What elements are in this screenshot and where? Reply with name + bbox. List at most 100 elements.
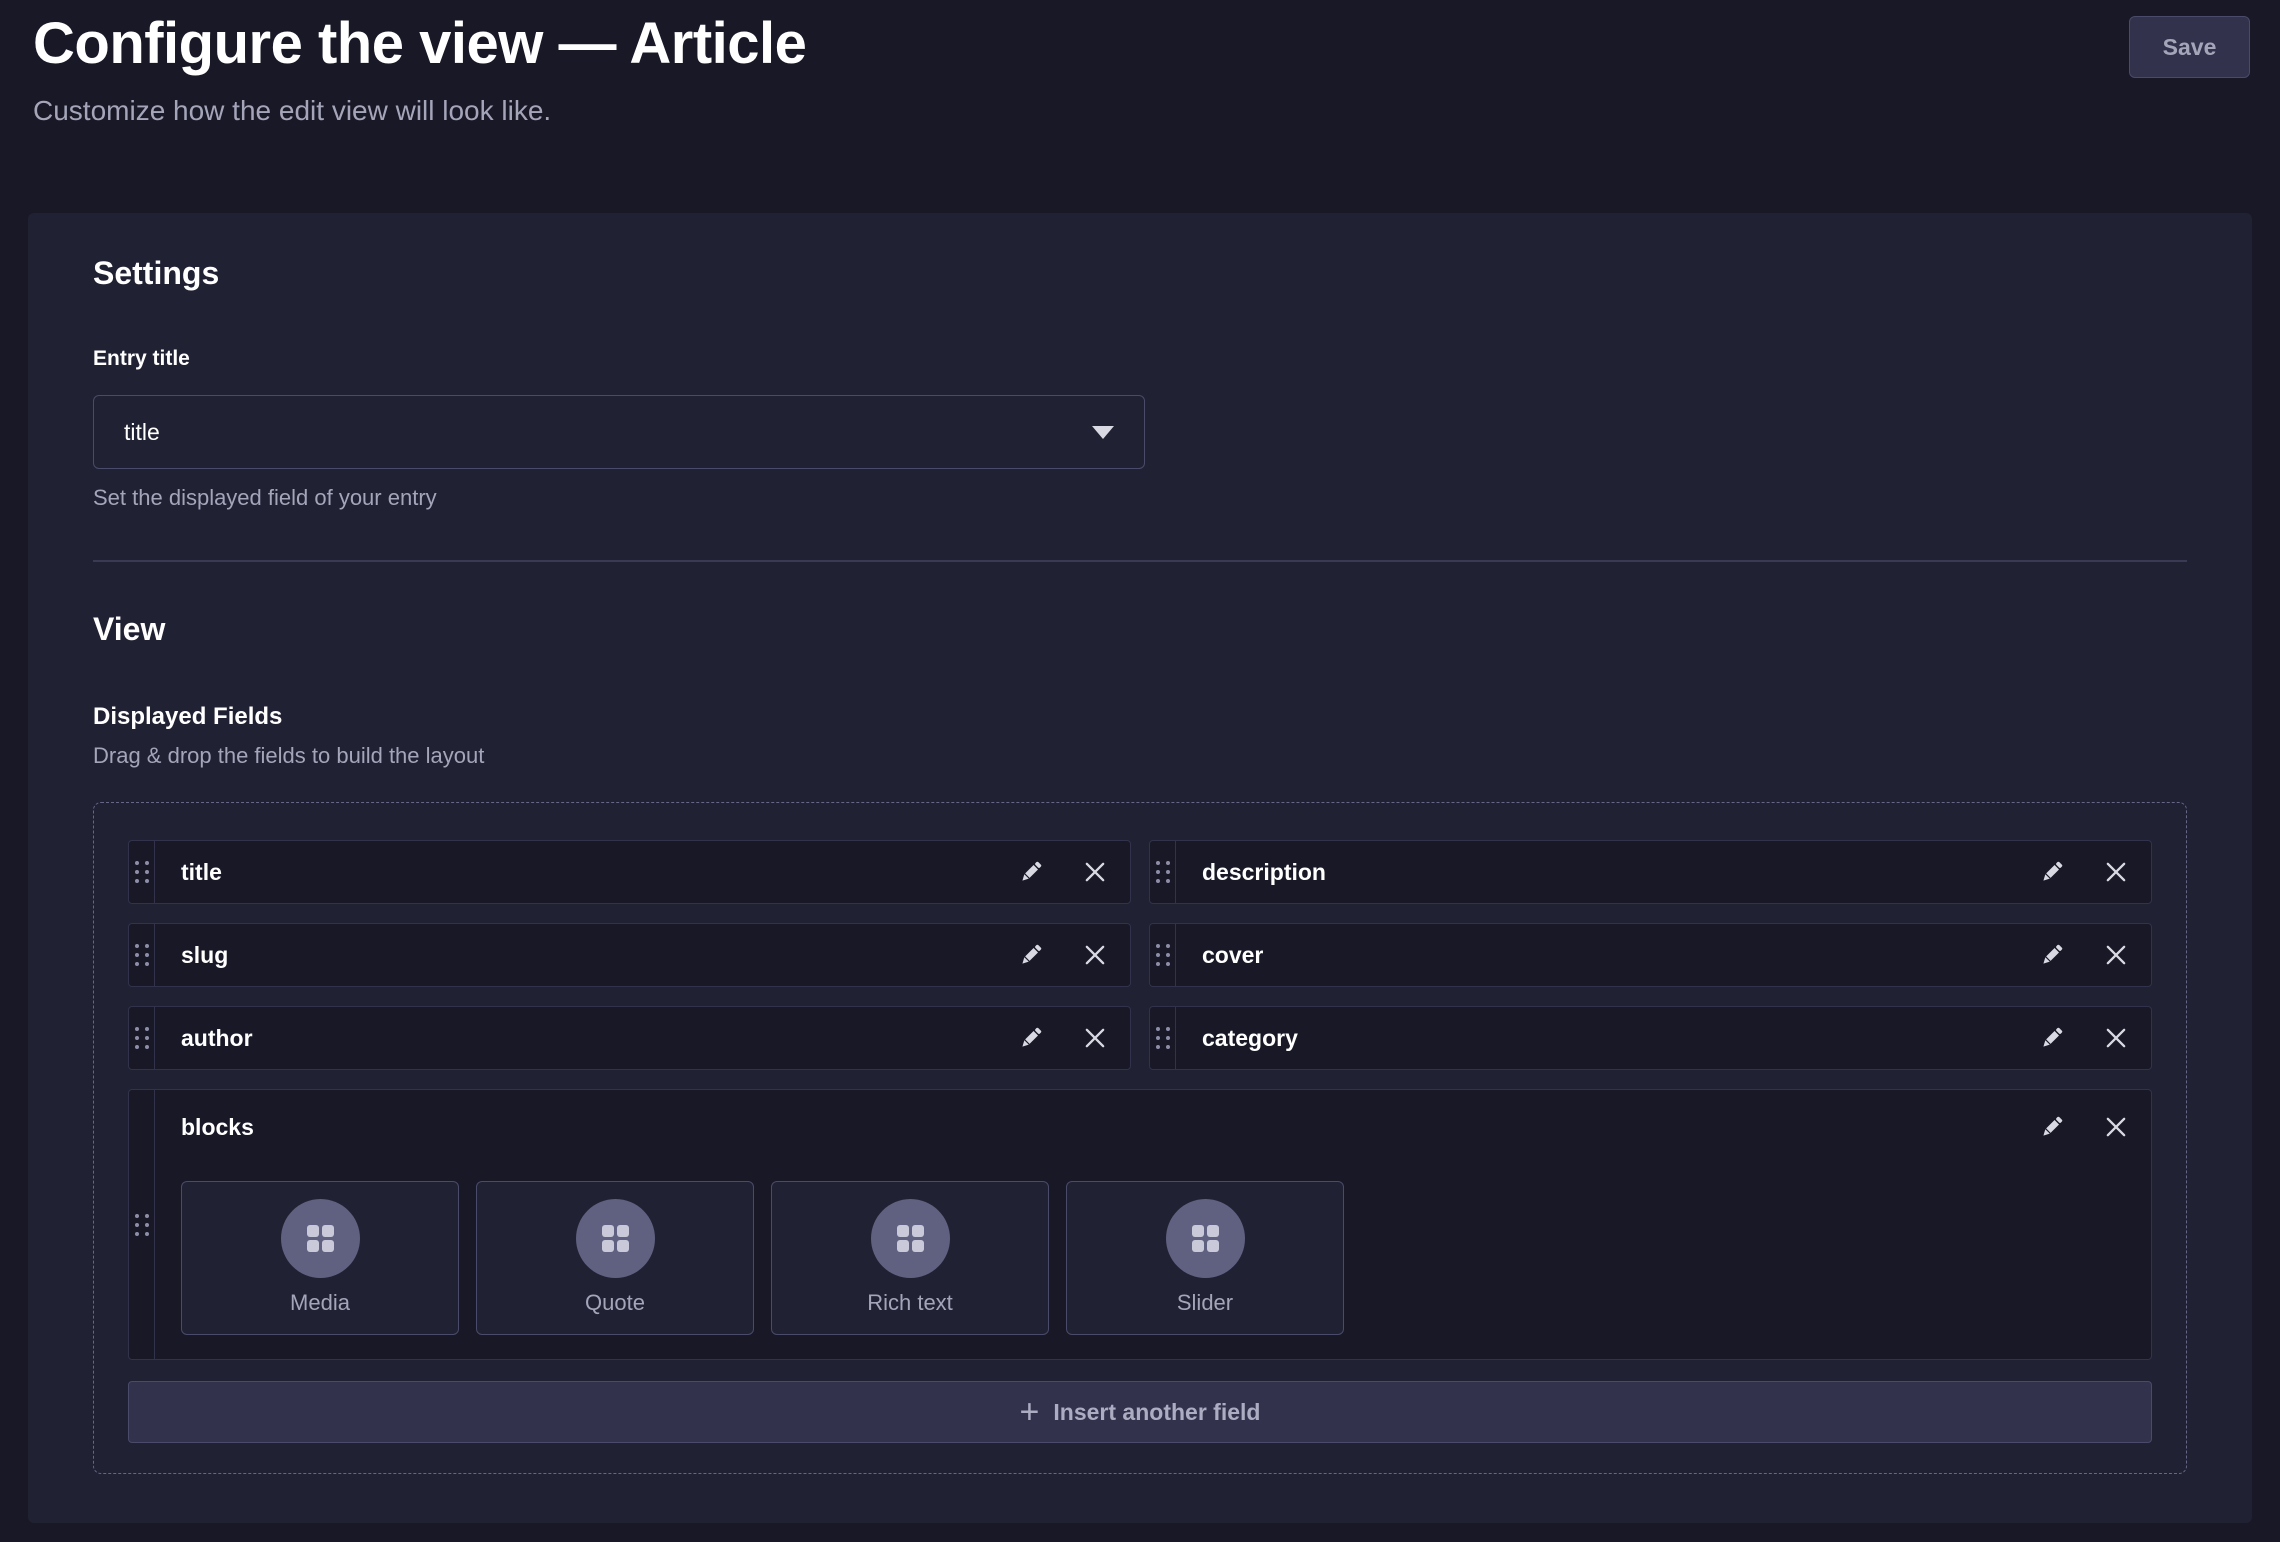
drag-handle[interactable]: [1150, 1007, 1176, 1069]
field-card-description[interactable]: description: [1149, 840, 2152, 904]
field-card-label: description: [1176, 841, 2037, 903]
close-icon: [2102, 1113, 2130, 1141]
component-card-quote[interactable]: Quote: [476, 1181, 754, 1335]
remove-field-button[interactable]: [2101, 1023, 2131, 1053]
drag-dots-icon: [1156, 944, 1170, 966]
close-icon: [1081, 858, 1109, 886]
component-circle: [871, 1199, 950, 1278]
edit-field-button[interactable]: [1016, 1023, 1046, 1053]
blocks-header: blocks: [155, 1090, 2151, 1142]
field-row: author category: [128, 1006, 2152, 1070]
drag-dots-icon: [135, 944, 149, 966]
component-grid-icon: [602, 1225, 629, 1252]
components-row: Media Quote Rich text: [181, 1181, 1344, 1335]
close-icon: [1081, 1024, 1109, 1052]
drag-dots-icon: [1156, 861, 1170, 883]
remove-field-button[interactable]: [1080, 857, 1110, 887]
pencil-icon: [1017, 941, 1045, 969]
component-label: Slider: [1177, 1290, 1233, 1316]
field-card-author[interactable]: author: [128, 1006, 1131, 1070]
field-card-slug[interactable]: slug: [128, 923, 1131, 987]
configure-view-page: Configure the view — Article Customize h…: [0, 0, 2280, 1542]
edit-field-button[interactable]: [1016, 940, 1046, 970]
main-panel: Settings Entry title title Set the displ…: [28, 213, 2252, 1523]
pencil-icon: [2038, 941, 2066, 969]
component-card-slider[interactable]: Slider: [1066, 1181, 1344, 1335]
save-button[interactable]: Save: [2129, 16, 2250, 78]
field-card-actions: [2037, 841, 2151, 903]
field-card-actions: [1016, 841, 1130, 903]
drag-handle[interactable]: [129, 924, 155, 986]
page-title: Configure the view — Article: [33, 10, 806, 77]
chevron-down-icon: [1092, 426, 1114, 439]
drag-handle[interactable]: [129, 1007, 155, 1069]
remove-field-button[interactable]: [1080, 940, 1110, 970]
remove-field-button[interactable]: [2101, 940, 2131, 970]
component-circle: [1166, 1199, 1245, 1278]
edit-field-button[interactable]: [2037, 940, 2067, 970]
edit-field-button[interactable]: [2037, 857, 2067, 887]
settings-heading: Settings: [93, 255, 219, 292]
remove-field-button[interactable]: [1080, 1023, 1110, 1053]
component-label: Media: [290, 1290, 350, 1316]
section-divider: [93, 560, 2187, 562]
pencil-icon: [1017, 858, 1045, 886]
field-card-actions: [1016, 1007, 1130, 1069]
displayed-fields-hint: Drag & drop the fields to build the layo…: [93, 743, 484, 769]
drag-dots-icon: [135, 861, 149, 883]
edit-field-button[interactable]: [2037, 1112, 2067, 1142]
field-card-cover[interactable]: cover: [1149, 923, 2152, 987]
blocks-body: blocks: [155, 1090, 2151, 1359]
field-card-blocks[interactable]: blocks: [128, 1089, 2152, 1360]
entry-title-hint: Set the displayed field of your entry: [93, 485, 437, 511]
field-card-label: title: [155, 841, 1016, 903]
pencil-icon: [2038, 1024, 2066, 1052]
field-card-category[interactable]: category: [1149, 1006, 2152, 1070]
insert-another-field-button[interactable]: + Insert another field: [128, 1381, 2152, 1443]
entry-title-select[interactable]: title: [93, 395, 1145, 469]
field-card-actions: [2037, 1007, 2151, 1069]
drag-handle[interactable]: [1150, 841, 1176, 903]
field-card-label: slug: [155, 924, 1016, 986]
pencil-icon: [1017, 1024, 1045, 1052]
component-label: Quote: [585, 1290, 645, 1316]
field-card-title[interactable]: title: [128, 840, 1131, 904]
field-card-label: cover: [1176, 924, 2037, 986]
drag-dots-icon: [135, 1214, 149, 1236]
drag-dots-icon: [135, 1027, 149, 1049]
pencil-icon: [2038, 1113, 2066, 1141]
field-card-label: blocks: [181, 1114, 2037, 1141]
component-grid-icon: [307, 1225, 334, 1252]
remove-field-button[interactable]: [2101, 1112, 2131, 1142]
field-row: title description: [128, 840, 2152, 904]
close-icon: [1081, 941, 1109, 969]
drag-handle[interactable]: [129, 1090, 155, 1359]
drag-dots-icon: [1156, 1027, 1170, 1049]
remove-field-button[interactable]: [2101, 857, 2131, 887]
drag-handle[interactable]: [1150, 924, 1176, 986]
close-icon: [2102, 941, 2130, 969]
close-icon: [2102, 858, 2130, 886]
field-card-actions: [2037, 1112, 2131, 1142]
component-card-rich-text[interactable]: Rich text: [771, 1181, 1049, 1335]
component-circle: [576, 1199, 655, 1278]
close-icon: [2102, 1024, 2130, 1052]
field-card-actions: [1016, 924, 1130, 986]
field-card-label: category: [1176, 1007, 2037, 1069]
component-card-media[interactable]: Media: [181, 1181, 459, 1335]
drag-handle[interactable]: [129, 841, 155, 903]
entry-title-label: Entry title: [93, 347, 190, 371]
field-card-actions: [2037, 924, 2151, 986]
entry-title-select-value: title: [124, 419, 160, 446]
component-grid-icon: [897, 1225, 924, 1252]
edit-field-button[interactable]: [1016, 857, 1046, 887]
component-label: Rich text: [867, 1290, 953, 1316]
component-circle: [281, 1199, 360, 1278]
field-card-label: author: [155, 1007, 1016, 1069]
component-grid-icon: [1192, 1225, 1219, 1252]
displayed-fields-label: Displayed Fields: [93, 703, 282, 731]
fields-dropzone: title description: [93, 802, 2187, 1474]
page-subtitle: Customize how the edit view will look li…: [33, 95, 551, 127]
edit-field-button[interactable]: [2037, 1023, 2067, 1053]
view-heading: View: [93, 611, 165, 648]
